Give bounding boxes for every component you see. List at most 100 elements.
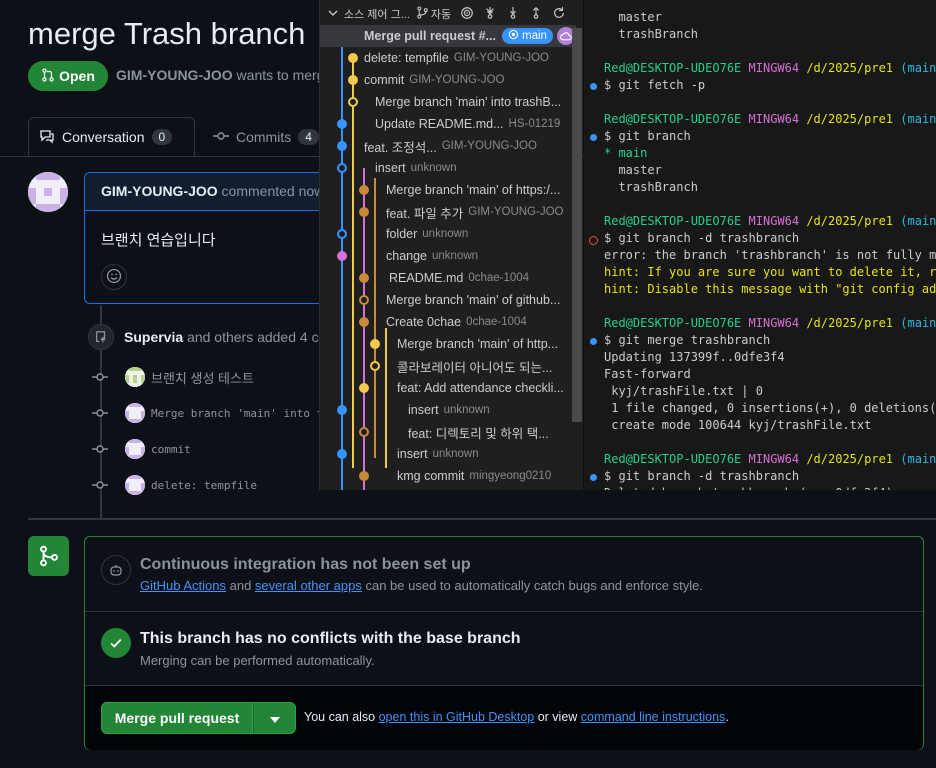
robot-icon bbox=[101, 555, 131, 585]
push-icon[interactable] bbox=[529, 6, 543, 23]
commit-message: insert bbox=[397, 447, 428, 461]
commit-message[interactable]: delete: tempfile bbox=[151, 479, 257, 492]
terminal-line: trashBranch bbox=[604, 27, 698, 44]
source-control-graph-panel: 소스 제어 그... 자동 Merge pull request #... mai… bbox=[319, 0, 583, 490]
refresh-icon[interactable] bbox=[552, 6, 566, 23]
terminal-line: $ git branch -d trashbranch bbox=[604, 231, 799, 248]
list-item[interactable]: commit GIM-YOUNG-JOO bbox=[320, 69, 576, 91]
pr-meta: GIM-YOUNG-JOO wants to merg bbox=[116, 67, 325, 83]
commit-message[interactable]: Merge branch 'main' into t bbox=[151, 407, 323, 420]
tab-conversation[interactable]: Conversation 0 bbox=[28, 117, 195, 157]
commit-icon bbox=[92, 477, 108, 493]
commit-icon bbox=[213, 128, 229, 147]
list-item[interactable]: kmg commit mingyeong0210 bbox=[320, 465, 576, 487]
event-actor[interactable]: Supervia bbox=[124, 329, 183, 345]
list-item: Merge branch 'main' into t bbox=[92, 403, 323, 423]
scm-graph-header: 소스 제어 그... 자동 bbox=[320, 0, 583, 28]
terminal-output: trashBranch bbox=[604, 27, 698, 41]
terminal-line: hint: Disable this message with "git con… bbox=[604, 282, 936, 299]
add-reaction-button[interactable] bbox=[101, 264, 127, 290]
list-item[interactable]: feat: 디렉토리 및 하위 택... bbox=[320, 421, 576, 443]
list-item[interactable]: insert unknown bbox=[320, 157, 576, 179]
list-item[interactable]: feat: Add attendance checkli... bbox=[320, 377, 576, 399]
list-item[interactable]: feat. 파일 추가 GIM-YOUNG-JOO bbox=[320, 201, 576, 223]
commit-message: Merge branch 'main' of https:/... bbox=[386, 183, 561, 197]
error-decoration-icon[interactable] bbox=[589, 236, 598, 245]
avatar[interactable] bbox=[125, 403, 145, 423]
list-item[interactable]: delete: tempfile GIM-YOUNG-JOO bbox=[320, 47, 576, 69]
open-desktop-link[interactable]: open this in GitHub Desktop bbox=[379, 710, 535, 724]
target-icon bbox=[508, 29, 519, 43]
prompt-path: /d/2025/pre1 bbox=[806, 214, 894, 228]
list-item[interactable]: insert unknown bbox=[320, 399, 576, 421]
command-decoration-icon[interactable] bbox=[590, 338, 597, 345]
terminal-line: Fast-forward bbox=[604, 367, 691, 384]
pr-author-link[interactable]: GIM-YOUNG-JOO bbox=[116, 67, 233, 83]
list-item[interactable]: Merge pull request #... main bbox=[320, 25, 576, 47]
merge-alternatives: You can also open this in GitHub Desktop… bbox=[304, 710, 729, 724]
pull-icon[interactable] bbox=[506, 6, 520, 23]
list-item[interactable]: 콜라보레이터 아니어도 되는... bbox=[320, 355, 576, 377]
commit-message[interactable]: commit bbox=[151, 443, 191, 456]
command-decoration-icon[interactable] bbox=[590, 83, 597, 90]
merge-method-dropdown[interactable] bbox=[253, 702, 296, 734]
tab-commits[interactable]: Commits 4 bbox=[203, 117, 329, 157]
target-icon[interactable] bbox=[460, 6, 474, 23]
terminal-output: hint: Disable this message with "git con… bbox=[604, 282, 936, 296]
list-item[interactable]: Merge branch 'main' of github... bbox=[320, 289, 576, 311]
commit-message[interactable]: 브랜치 생성 테스트 bbox=[151, 368, 254, 387]
prompt-shell: MINGW64 bbox=[748, 214, 800, 228]
terminal-output: 1 file changed, 0 insertions(+), 0 delet… bbox=[604, 401, 936, 415]
github-actions-link[interactable]: GitHub Actions bbox=[140, 578, 226, 593]
prompt-branch: (main) bbox=[900, 214, 936, 228]
list-item[interactable]: feat. 조정석... GIM-YOUNG-JOO bbox=[320, 135, 576, 157]
git-branch-icon[interactable] bbox=[416, 6, 429, 22]
list-item[interactable]: insert unknown bbox=[320, 443, 576, 465]
merge-pull-request-button[interactable]: Merge pull request bbox=[101, 702, 253, 734]
event-text: and others added 4 co bbox=[183, 329, 327, 345]
list-item[interactable]: Update README.md... HS-01219 bbox=[320, 113, 576, 135]
command-decoration-icon[interactable] bbox=[590, 134, 597, 141]
conflicts-section: This branch has no conflicts with the ba… bbox=[85, 612, 923, 686]
list-item: commit bbox=[92, 439, 191, 459]
commit-message: insert bbox=[375, 161, 406, 175]
cli-instructions-link[interactable]: command line instructions bbox=[581, 710, 726, 724]
avatar[interactable] bbox=[125, 439, 145, 459]
git-merge-icon bbox=[28, 536, 69, 576]
list-item[interactable]: folder unknown bbox=[320, 223, 576, 245]
prompt-user: Red@DESKTOP-UDEO76E bbox=[604, 61, 742, 75]
terminal-line: master bbox=[604, 10, 661, 27]
list-item[interactable]: Merge branch 'main' of https:/... bbox=[320, 179, 576, 201]
scm-scrollbar[interactable] bbox=[572, 28, 582, 422]
avatar[interactable] bbox=[125, 475, 145, 495]
terminal-line: kyj/trashFile.txt | 0 bbox=[604, 384, 763, 401]
fetch-icon[interactable] bbox=[483, 6, 497, 23]
auto-label[interactable]: 자동 bbox=[431, 6, 451, 22]
prompt-path: /d/2025/pre1 bbox=[806, 316, 894, 330]
list-item[interactable]: README.md 0chae-1004 bbox=[320, 267, 576, 289]
avatar[interactable] bbox=[28, 172, 68, 212]
avatar[interactable] bbox=[125, 367, 145, 387]
chevron-down-icon[interactable] bbox=[328, 8, 338, 21]
list-item[interactable]: change unknown bbox=[320, 245, 576, 267]
command-decoration-icon[interactable] bbox=[590, 474, 597, 481]
tab-conversation-count: 0 bbox=[151, 129, 173, 145]
terminal-line: * main bbox=[604, 146, 647, 163]
commit-icon bbox=[92, 441, 108, 457]
terminal-panel[interactable]: master trashBranch Red@DESKTOP-UDEO76E MI… bbox=[584, 0, 936, 490]
list-item[interactable]: Merge branch 'main' of http... bbox=[320, 333, 576, 355]
other-apps-link[interactable]: several other apps bbox=[255, 578, 362, 593]
commit-message: 콜라보레이터 아니어도 되는... bbox=[397, 360, 553, 375]
prompt-shell: MINGW64 bbox=[748, 452, 800, 466]
commit-author: unknown bbox=[410, 162, 457, 174]
terminal-output: create mode 100644 kyj/trashFile.txt bbox=[604, 418, 872, 432]
list-item[interactable]: Merge branch 'main' into trashB... bbox=[320, 91, 576, 113]
comment-author[interactable]: GIM-YOUNG-JOO bbox=[101, 183, 218, 199]
list-item[interactable]: Create 0chae 0chae-1004 bbox=[320, 311, 576, 333]
commit-author: mingyeong0210 bbox=[469, 470, 552, 482]
prompt-user: Red@DESKTOP-UDEO76E bbox=[604, 112, 742, 126]
commit-author: GIM-YOUNG-JOO bbox=[441, 140, 537, 152]
commit-message: commit bbox=[364, 73, 405, 87]
commit-author: unknown bbox=[443, 404, 490, 416]
commit-author: GIM-YOUNG-JOO bbox=[468, 206, 564, 218]
